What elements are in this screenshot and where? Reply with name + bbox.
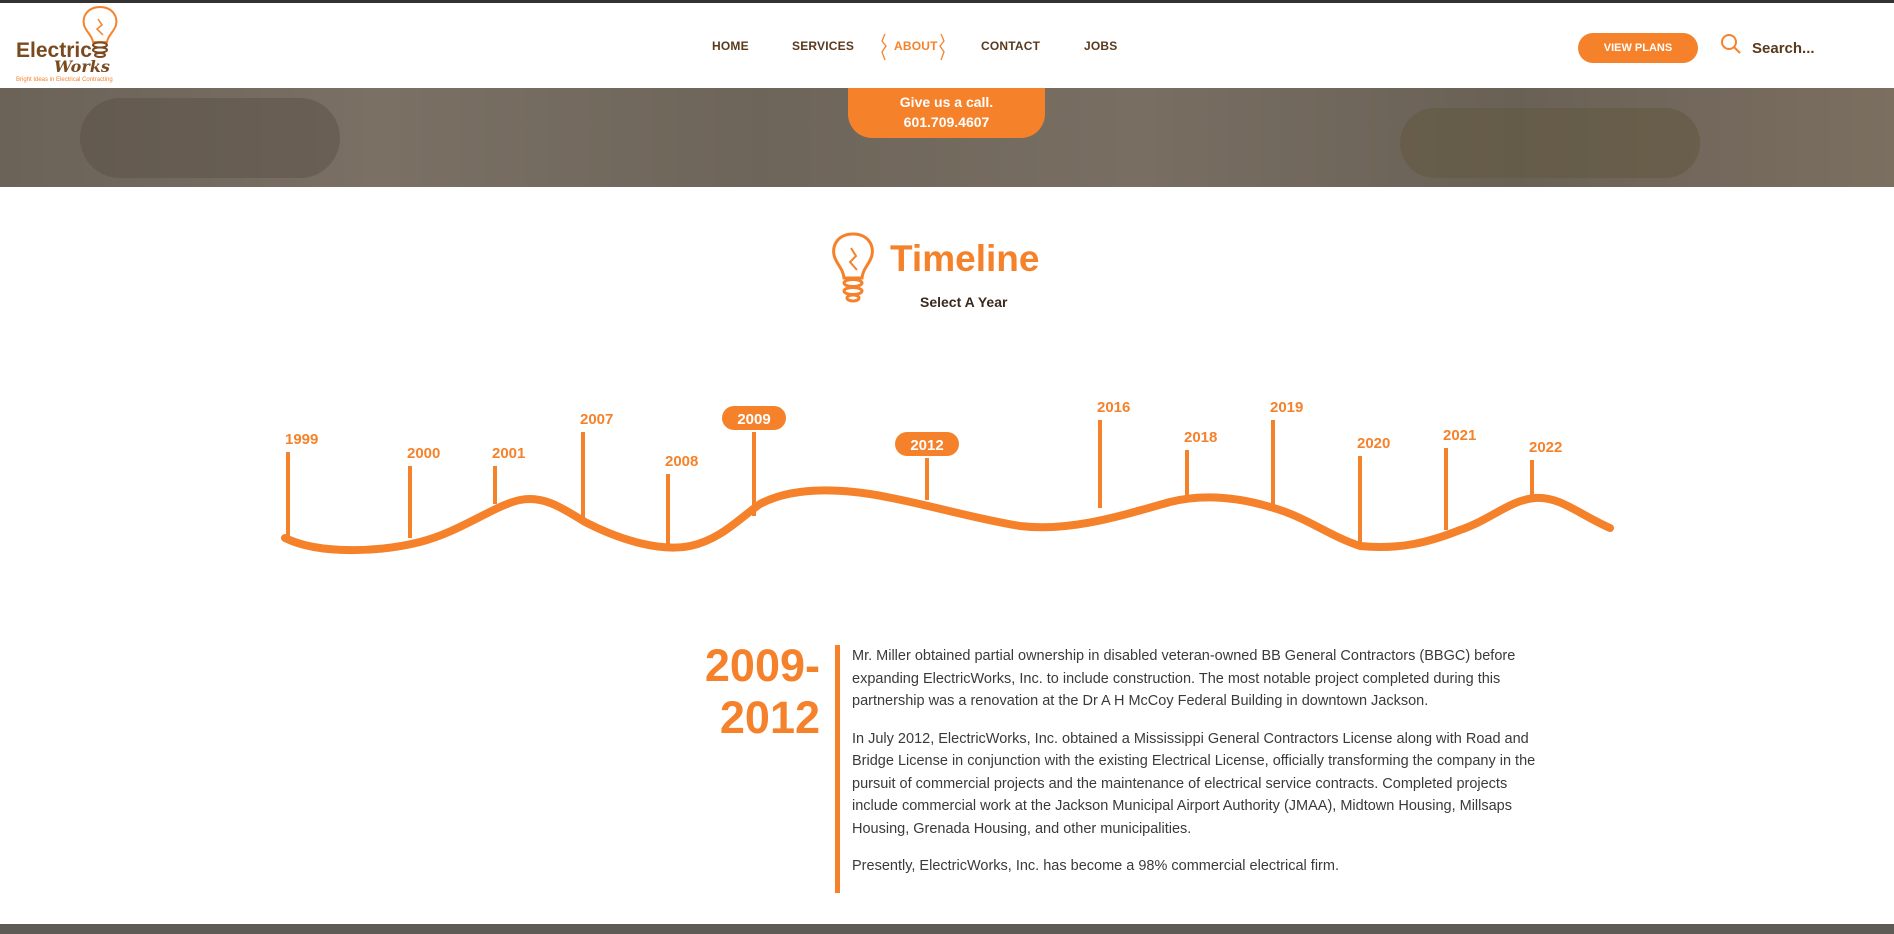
timeline-year-label: 2020 <box>1357 435 1390 452</box>
timeline-year-label: 2007 <box>580 411 613 428</box>
timeline-year-label: 2009 <box>737 411 770 428</box>
timeline-heading: Timeline Select A Year <box>830 228 1070 310</box>
timeline-year-label: 2019 <box>1270 399 1303 416</box>
nav-jobs[interactable]: JOBS <box>1084 39 1117 53</box>
lightbulb-icon <box>832 232 874 303</box>
call-us-label: Give us a call. <box>899 94 994 110</box>
period-description: Mr. Miller obtained partial ownership in… <box>852 645 1552 893</box>
phone-number[interactable]: 601.709.4607 <box>848 114 1045 130</box>
site-header: Electric Works Bright Ideas in Electrica… <box>0 3 1894 88</box>
timeline-title: Timeline <box>890 238 1040 279</box>
timeline-year-label: 2001 <box>492 445 525 462</box>
search-input[interactable] <box>1752 36 1872 60</box>
description-paragraph: Presently, ElectricWorks, Inc. has becom… <box>852 858 1339 874</box>
detail-divider <box>835 645 840 893</box>
selected-period: 2009- 2012 <box>640 640 820 744</box>
timeline-year-label: 1999 <box>285 431 318 448</box>
timeline-wave: 1999 2000 2001 2007 2008 2009 2012 2016 2018 2019… <box>281 399 1614 555</box>
nav-active-squiggle-left-icon <box>881 33 887 61</box>
timeline-year-2000[interactable]: 2000 <box>407 445 440 538</box>
footer-strip <box>0 924 1894 934</box>
timeline-year-1999[interactable]: 1999 <box>285 431 318 540</box>
timeline-year-2022[interactable]: 2022 <box>1529 439 1562 498</box>
description-paragraph: Mr. Miller obtained partial ownership in… <box>852 648 1516 709</box>
call-us-pill[interactable]: Give us a call. 601.709.4607 <box>848 88 1045 138</box>
timeline-year-2001[interactable]: 2001 <box>492 445 525 504</box>
timeline-year-label: 2008 <box>665 453 698 470</box>
timeline-year-label: 2012 <box>910 437 943 454</box>
timeline-year-2008[interactable]: 2008 <box>665 453 698 546</box>
timeline-year-2012[interactable]: 2012 <box>895 432 959 500</box>
nav-services[interactable]: SERVICES <box>792 39 854 53</box>
timeline-year-label: 2018 <box>1184 429 1217 446</box>
logo-word-works: Works <box>54 57 110 76</box>
nav-contact[interactable]: CONTACT <box>981 39 1040 53</box>
timeline-year-2020[interactable]: 2020 <box>1357 435 1390 546</box>
search-icon[interactable] <box>1720 33 1742 55</box>
timeline-year-label: 2016 <box>1097 399 1130 416</box>
logo-tagline: Bright Ideas in Electrical Contracting <box>16 77 113 83</box>
period-start: 2009- <box>704 640 820 691</box>
timeline-subtitle: Select A Year <box>920 294 1008 310</box>
timeline-year-2007[interactable]: 2007 <box>580 411 613 520</box>
description-paragraph: In July 2012, ElectricWorks, Inc. obtain… <box>852 730 1536 837</box>
hero-background-shape <box>80 98 340 178</box>
timeline-year-label: 2022 <box>1529 439 1562 456</box>
hero-background-shape <box>1400 108 1700 178</box>
logo[interactable]: Electric Works Bright Ideas in Electrica… <box>14 5 124 87</box>
timeline-year-label: 2021 <box>1443 427 1476 444</box>
period-end: 2012 <box>719 692 820 743</box>
nav-active-squiggle-right-icon <box>939 33 945 61</box>
timeline-year-label: 2000 <box>407 445 440 462</box>
nav-about[interactable]: ABOUT <box>894 39 938 53</box>
timeline-year-2021[interactable]: 2021 <box>1443 427 1476 530</box>
timeline-year-2019[interactable]: 2019 <box>1270 399 1303 508</box>
timeline-year-2016[interactable]: 2016 <box>1097 399 1130 508</box>
nav-home[interactable]: HOME <box>712 39 749 53</box>
timeline-year-2018[interactable]: 2018 <box>1184 429 1217 496</box>
view-plans-button[interactable]: VIEW PLANS <box>1578 33 1698 63</box>
